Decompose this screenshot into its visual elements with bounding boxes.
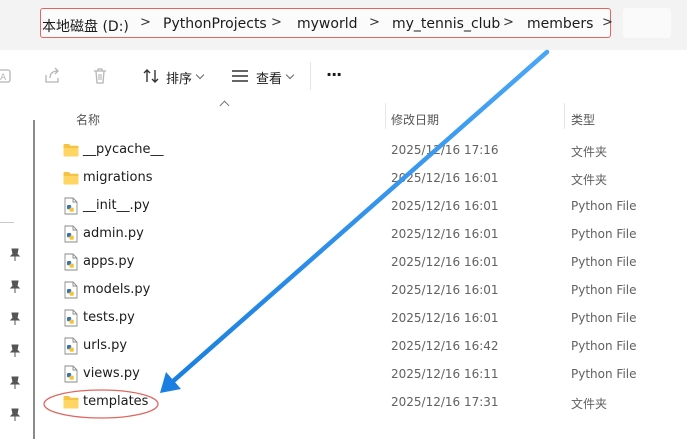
column-header-name[interactable]: 名称 — [76, 111, 100, 128]
file-modified-date: 2025/12/16 16:01 — [391, 283, 499, 297]
file-name[interactable]: tests.py — [83, 310, 135, 325]
address-bar-area: 本地磁盘 (D:) > PythonProjects > myworld > m… — [0, 0, 687, 50]
file-row[interactable]: views.py 2025/12/16 16:11 Python File — [56, 360, 687, 388]
chevron-down-icon[interactable] — [195, 70, 205, 80]
navigation-divider — [0, 222, 14, 223]
python-file-icon — [64, 197, 78, 215]
file-modified-date: 2025/12/16 16:01 — [391, 255, 499, 269]
command-bar: A 排序 查看 ··· — [0, 50, 687, 102]
file-modified-date: 2025/12/16 16:01 — [391, 171, 499, 185]
file-type: Python File — [571, 283, 637, 297]
file-type: Python File — [571, 199, 637, 213]
file-name[interactable]: migrations — [83, 170, 153, 185]
file-row[interactable]: __init__.py 2025/12/16 16:01 Python File — [56, 192, 687, 220]
python-file-icon — [64, 365, 78, 383]
file-modified-date: 2025/12/16 16:01 — [391, 227, 499, 241]
file-modified-date: 2025/12/16 16:42 — [391, 339, 499, 353]
breadcrumb-separator[interactable]: > — [602, 15, 613, 30]
pin-icon[interactable] — [9, 248, 21, 262]
python-file-icon — [64, 337, 78, 355]
pin-icon[interactable] — [9, 312, 21, 326]
column-divider[interactable] — [564, 103, 565, 129]
column-header-date[interactable]: 修改日期 — [391, 111, 439, 128]
python-file-icon — [64, 225, 78, 243]
column-header-type[interactable]: 类型 — [571, 111, 595, 128]
python-file-icon — [64, 281, 78, 299]
share-icon[interactable] — [42, 66, 62, 86]
view-icon[interactable] — [230, 66, 250, 86]
file-type: 文件夹 — [571, 397, 608, 411]
breadcrumb-drive[interactable]: 本地磁盘 (D:) — [42, 16, 129, 36]
file-type: Python File — [571, 227, 637, 241]
file-row[interactable]: tests.py 2025/12/16 16:01 Python File — [56, 304, 687, 332]
pin-icon[interactable] — [9, 408, 21, 422]
rename-icon[interactable]: A — [0, 66, 20, 86]
breadcrumb-separator[interactable]: > — [140, 15, 151, 30]
breadcrumb-my-tennis-club[interactable]: my_tennis_club — [392, 16, 500, 32]
file-name[interactable]: admin.py — [83, 226, 144, 241]
file-modified-date: 2025/12/16 16:01 — [391, 199, 499, 213]
sort-ascending-icon — [219, 100, 230, 111]
breadcrumb-separator[interactable]: > — [369, 15, 380, 30]
pin-icon[interactable] — [9, 344, 21, 358]
view-button[interactable]: 查看 — [256, 68, 282, 87]
file-row[interactable]: admin.py 2025/12/16 16:01 Python File — [56, 220, 687, 248]
breadcrumb-members[interactable]: members — [527, 16, 593, 32]
pin-icon[interactable] — [9, 376, 21, 390]
folder-icon — [63, 144, 79, 157]
file-modified-date: 2025/12/16 16:01 — [391, 311, 499, 325]
svg-text:A: A — [0, 73, 7, 83]
file-name[interactable]: views.py — [83, 366, 140, 381]
file-row[interactable]: templates 2025/12/16 17:31 文件夹 — [56, 388, 687, 416]
file-type: 文件夹 — [571, 145, 608, 159]
toolbar-divider — [310, 62, 311, 90]
file-name[interactable]: templates — [83, 394, 148, 409]
chevron-down-icon[interactable] — [285, 70, 295, 80]
file-name[interactable]: __init__.py — [83, 198, 150, 213]
file-row[interactable]: urls.py 2025/12/16 16:42 Python File — [56, 332, 687, 360]
file-type: Python File — [571, 255, 637, 269]
search-box[interactable] — [623, 8, 671, 38]
navigation-pane-scrollbar[interactable] — [33, 120, 35, 439]
file-name[interactable]: urls.py — [83, 338, 127, 353]
folder-icon — [63, 172, 79, 185]
breadcrumb-pythonprojects[interactable]: PythonProjects — [163, 16, 267, 32]
breadcrumb-myworld[interactable]: myworld — [297, 16, 357, 32]
file-name[interactable]: apps.py — [83, 254, 134, 269]
folder-icon — [63, 396, 79, 409]
file-name[interactable]: __pycache__ — [83, 142, 163, 157]
sort-button[interactable]: 排序 — [166, 68, 192, 87]
sort-icon[interactable] — [141, 66, 161, 86]
file-modified-date: 2025/12/16 17:31 — [391, 395, 499, 409]
column-divider[interactable] — [385, 103, 386, 129]
file-row[interactable]: __pycache__ 2025/12/16 17:16 文件夹 — [56, 136, 687, 164]
python-file-icon — [64, 253, 78, 271]
delete-icon[interactable] — [90, 66, 110, 86]
file-type: Python File — [571, 367, 637, 381]
file-row[interactable]: migrations 2025/12/16 16:01 文件夹 — [56, 164, 687, 192]
python-file-icon — [64, 309, 78, 327]
file-name[interactable]: models.py — [83, 282, 150, 297]
more-options-button[interactable]: ··· — [326, 65, 342, 84]
breadcrumb-separator[interactable]: > — [271, 15, 282, 30]
pin-icon[interactable] — [9, 280, 21, 294]
file-row[interactable]: models.py 2025/12/16 16:01 Python File — [56, 276, 687, 304]
breadcrumb-separator[interactable]: > — [503, 15, 514, 30]
file-type: 文件夹 — [571, 173, 608, 187]
file-row[interactable]: apps.py 2025/12/16 16:01 Python File — [56, 248, 687, 276]
file-type: Python File — [571, 339, 637, 353]
file-modified-date: 2025/12/16 16:11 — [391, 367, 499, 381]
file-type: Python File — [571, 311, 637, 325]
file-modified-date: 2025/12/16 17:16 — [391, 143, 499, 157]
